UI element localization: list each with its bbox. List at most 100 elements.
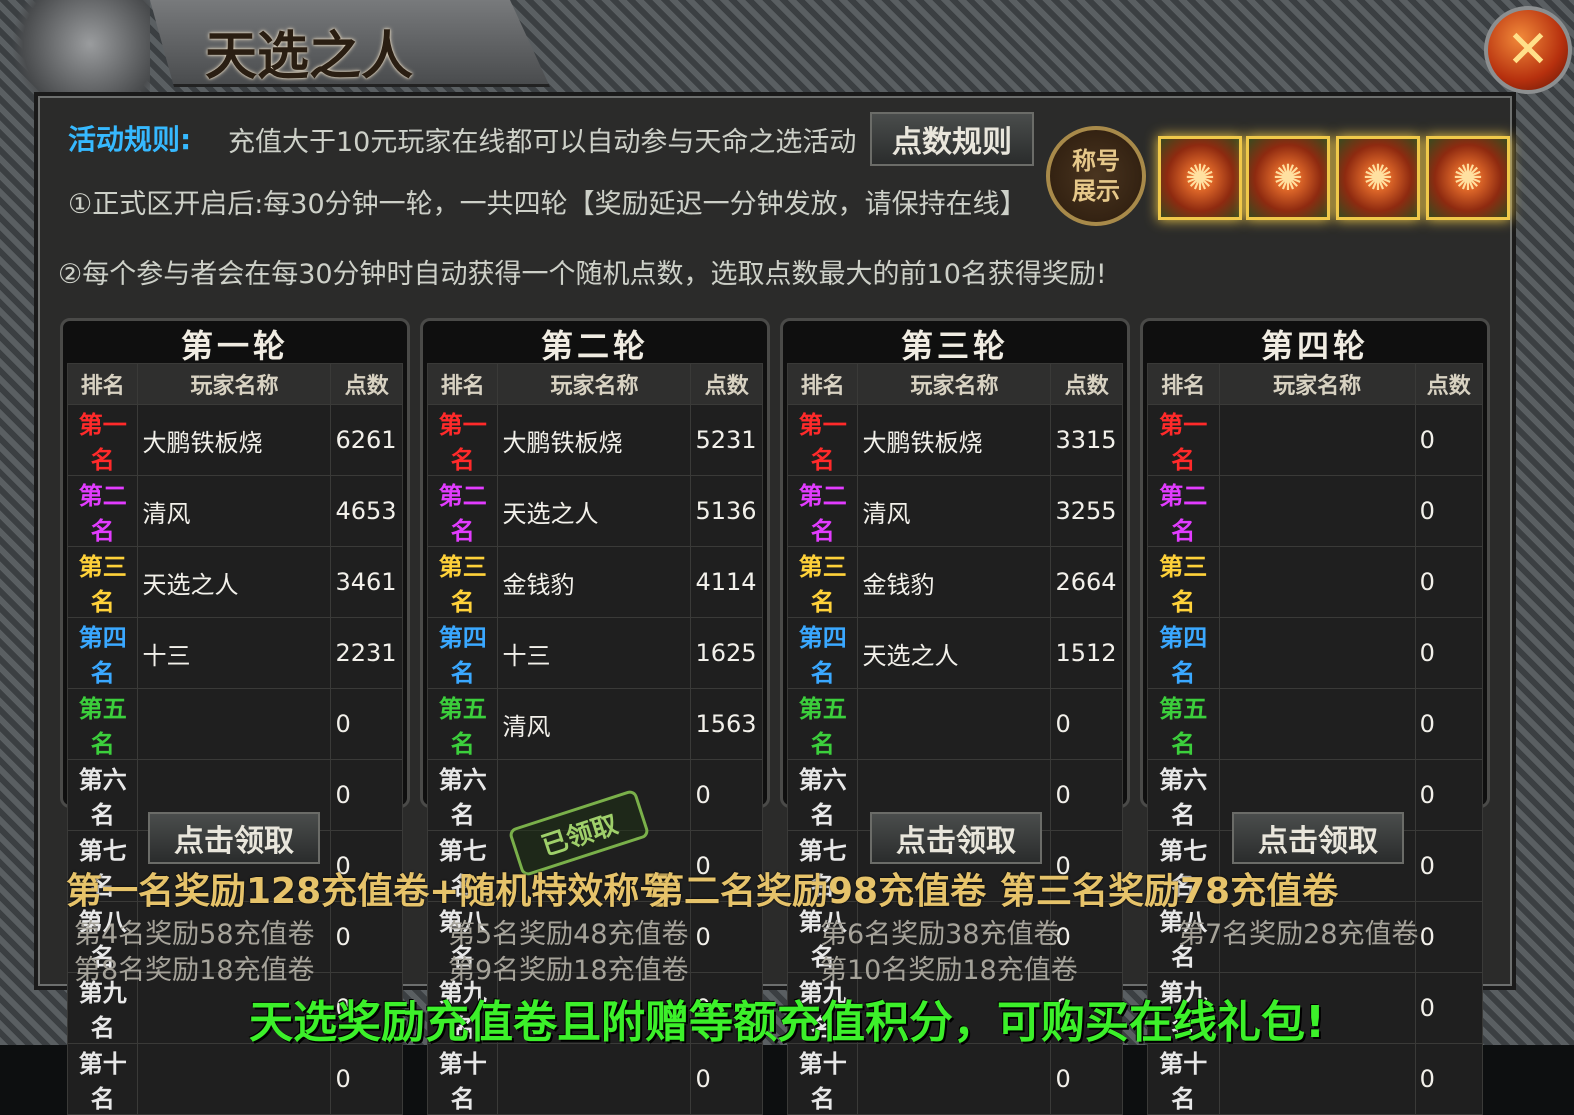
player-name xyxy=(1218,546,1416,618)
rules-line-1: ①正式区开启后:每30分钟一轮，一共四轮【奖励延迟一分钟发放，请保持在线】 xyxy=(68,189,1027,220)
title-scroll-icon[interactable]: ✺ xyxy=(1158,136,1242,220)
player-name: 大鹏铁板烧 xyxy=(857,404,1052,476)
points-value: 0 xyxy=(1414,546,1484,618)
points-value: 0 xyxy=(1414,617,1484,689)
points-value: 3315 xyxy=(1050,404,1123,476)
title-scroll-icon[interactable]: ✺ xyxy=(1246,136,1330,220)
claim-button-round-1[interactable]: 点击领取 xyxy=(148,812,320,864)
rank-label: 第二名 xyxy=(1147,475,1220,547)
points-value: 4114 xyxy=(690,546,763,618)
points-value: 3461 xyxy=(330,546,403,618)
points-value: 0 xyxy=(330,688,403,760)
claim-button-round-4[interactable]: 点击领取 xyxy=(1232,812,1404,864)
player-name: 清风 xyxy=(137,475,332,547)
player-name: 天选之人 xyxy=(497,475,692,547)
table-row: 第十名 0 xyxy=(1147,1043,1484,1115)
claim-button-round-3[interactable]: 点击领取 xyxy=(870,812,1042,864)
player-name: 大鹏铁板烧 xyxy=(497,404,692,476)
column-header: 点数 xyxy=(1050,363,1123,405)
points-value: 1625 xyxy=(690,617,763,689)
points-value: 1563 xyxy=(690,688,763,760)
column-header: 点数 xyxy=(330,363,403,405)
player-name xyxy=(1218,1043,1416,1115)
table-row: 第四名 天选之人 1512 xyxy=(786,617,1123,689)
rank-label: 第五名 xyxy=(66,688,139,760)
table-row: 第五名 清风 1563 xyxy=(426,688,763,760)
window-title: 天选之人 xyxy=(205,26,414,87)
round-panel-2: 第二轮 排名 玩家名称 点数 第一名 大鹏铁板烧 5231 第二名 天选之人 5136 第三名 金钱豹… xyxy=(420,318,770,1115)
points-value: 0 xyxy=(1414,475,1484,547)
table-row: 第三名 金钱豹 4114 xyxy=(426,546,763,618)
reward-5: 第5名奖励48充值卷 xyxy=(448,919,689,950)
reward-4: 第4名奖励58充值卷 xyxy=(74,919,315,950)
round-panel-1: 第一轮 排名 玩家名称 点数 第一名 大鹏铁板烧 6261 第二名 清风 4653 第三名 天选之人 3… xyxy=(60,318,410,1115)
table-row: 第一名 大鹏铁板烧 6261 xyxy=(66,404,403,476)
table-row: 第一名 0 xyxy=(1147,404,1484,476)
points-value: 0 xyxy=(1414,404,1484,476)
rank-label: 第五名 xyxy=(1147,688,1220,760)
reward-8: 第8名奖励18充值卷 xyxy=(74,955,315,986)
points-value: 0 xyxy=(1414,759,1484,831)
player-name xyxy=(857,688,1052,760)
rank-label: 第十名 xyxy=(786,1043,859,1115)
points-value: 5231 xyxy=(690,404,763,476)
table-row: 第十名 0 xyxy=(426,1043,763,1115)
player-name xyxy=(137,688,332,760)
points-value: 0 xyxy=(1414,1043,1484,1115)
table-row: 第四名 0 xyxy=(1147,617,1484,689)
rank-label: 第四名 xyxy=(66,617,139,689)
table-row: 第三名 天选之人 3461 xyxy=(66,546,403,618)
column-header: 玩家名称 xyxy=(857,363,1052,405)
rank-label: 第十名 xyxy=(426,1043,499,1115)
title-scroll-icon[interactable]: ✺ xyxy=(1426,136,1510,220)
table-row: 第四名 十三 1625 xyxy=(426,617,763,689)
rank-label: 第四名 xyxy=(786,617,859,689)
title-scroll-icon[interactable]: ✺ xyxy=(1336,136,1420,220)
column-header: 排名 xyxy=(426,363,499,405)
points-value: 0 xyxy=(1414,688,1484,760)
player-name: 十三 xyxy=(137,617,332,689)
table-row: 第一名 大鹏铁板烧 3315 xyxy=(786,404,1123,476)
title-display-badge: 称号展示 xyxy=(1046,126,1146,226)
points-rule-button[interactable]: 点数规则 xyxy=(870,112,1034,166)
rank-label: 第三名 xyxy=(66,546,139,618)
rank-label: 第四名 xyxy=(426,617,499,689)
column-header: 点数 xyxy=(690,363,763,405)
points-value: 5136 xyxy=(690,475,763,547)
points-value: 3255 xyxy=(1050,475,1123,547)
player-name: 清风 xyxy=(857,475,1052,547)
rank-label: 第四名 xyxy=(1147,617,1220,689)
column-header: 排名 xyxy=(786,363,859,405)
rank-label: 第六名 xyxy=(66,759,139,831)
column-header: 玩家名称 xyxy=(137,363,332,405)
player-name xyxy=(1218,617,1416,689)
player-name: 天选之人 xyxy=(137,546,332,618)
table-row: 第一名 大鹏铁板烧 5231 xyxy=(426,404,763,476)
points-value: 1512 xyxy=(1050,617,1123,689)
rank-label: 第一名 xyxy=(786,404,859,476)
rules-text: 充值大于10元玩家在线都可以自动参与天命之选活动 xyxy=(228,127,857,158)
table-row: 第三名 金钱豹 2664 xyxy=(786,546,1123,618)
reward-10: 第10名奖励18充值卷 xyxy=(820,955,1078,986)
close-button[interactable]: ✕ xyxy=(1484,6,1572,94)
rank-label: 第五名 xyxy=(786,688,859,760)
points-value: 0 xyxy=(1050,688,1123,760)
table-row: 第二名 清风 4653 xyxy=(66,475,403,547)
points-value: 6261 xyxy=(330,404,403,476)
table-row: 第十名 0 xyxy=(66,1043,403,1115)
table-row: 第五名 0 xyxy=(66,688,403,760)
rank-label: 第三名 xyxy=(426,546,499,618)
round-title: 第四轮 xyxy=(1260,327,1369,365)
rank-label: 第六名 xyxy=(786,759,859,831)
table-row: 第四名 十三 2231 xyxy=(66,617,403,689)
table-row: 第二名 清风 3255 xyxy=(786,475,1123,547)
points-value: 0 xyxy=(690,1043,763,1115)
round-title: 第二轮 xyxy=(540,327,649,365)
reward-9: 第9名奖励18充值卷 xyxy=(448,955,689,986)
points-value: 2664 xyxy=(1050,546,1123,618)
points-value: 0 xyxy=(1414,901,1484,973)
player-name xyxy=(1218,688,1416,760)
player-name: 大鹏铁板烧 xyxy=(137,404,332,476)
player-name xyxy=(1218,404,1416,476)
reward-first: 第一名奖励128充值卷+随机特效称号 xyxy=(66,871,676,912)
